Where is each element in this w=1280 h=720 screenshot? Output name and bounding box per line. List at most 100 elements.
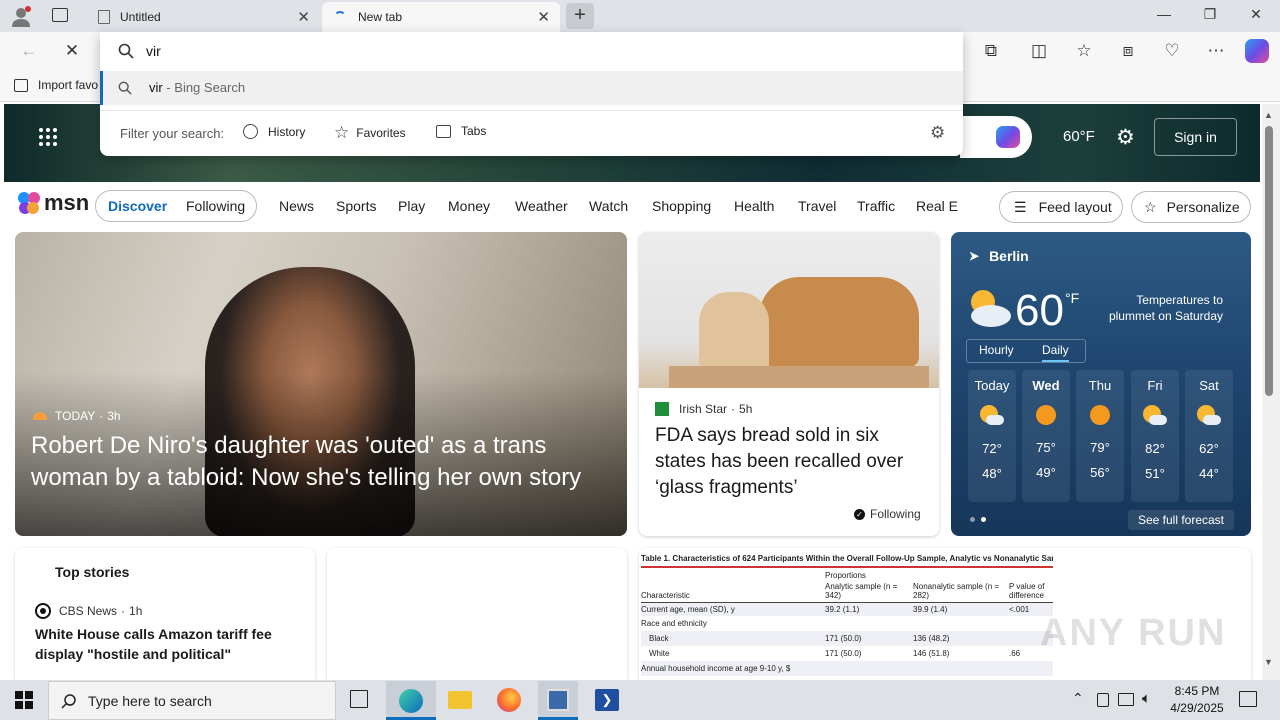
tab-actions-icon[interactable] (52, 8, 68, 22)
scrollbar-thumb[interactable] (1265, 126, 1273, 396)
app-taskbar-icon[interactable] (538, 681, 578, 720)
extensions-icon[interactable]: ⧉ (980, 41, 1002, 61)
partly-cloudy-icon (980, 405, 1004, 427)
import-label: Import favo (38, 78, 99, 92)
sign-in-button[interactable]: Sign in (1154, 118, 1237, 156)
temp-unit: °F (1065, 290, 1080, 306)
tab-new-tab[interactable]: New tab ✕ (322, 2, 560, 32)
tab-hourly[interactable]: Hourly (979, 343, 1014, 357)
file-explorer-icon[interactable] (448, 691, 472, 709)
bread-news-card[interactable]: Irish Star · 5h FDA says bread sold in six… (639, 232, 939, 536)
nav-travel[interactable]: Travel (798, 198, 836, 214)
tab-daily[interactable]: Daily (1042, 343, 1069, 362)
search-icon (118, 81, 132, 95)
tab-untitled[interactable]: Untitled ✕ (84, 2, 320, 32)
forecast-low: 49° (1036, 465, 1056, 480)
msn-logo[interactable]: msn (16, 190, 89, 216)
current-weather-icon (965, 284, 1013, 330)
close-icon[interactable]: ✕ (537, 8, 550, 26)
forecast-day: Thu (1088, 378, 1112, 393)
tray-app-icon[interactable] (1097, 693, 1109, 707)
following-badge[interactable]: ✓ Following (854, 507, 921, 521)
tab-discover[interactable]: Discover (108, 198, 167, 214)
forecast-day: Wed (1032, 378, 1060, 393)
edge-taskbar-icon[interactable] (386, 681, 436, 720)
windows-start-icon[interactable] (15, 691, 33, 709)
loading-icon (334, 11, 346, 23)
close-window-icon[interactable]: ✕ (1246, 6, 1266, 23)
table-title: Table 1. Characteristics of 624 Particip… (641, 554, 1053, 568)
performance-icon[interactable]: ♡ (1161, 41, 1183, 61)
nav-real-estate[interactable]: Real E (916, 198, 958, 214)
volume-icon[interactable]: 🔈︎ (1142, 690, 1151, 707)
forecast-thu[interactable]: Thu 79° 56° (1076, 370, 1124, 502)
forecast-low: 48° (982, 466, 1002, 481)
forecast-sat[interactable]: Sat 62° 44° (1185, 370, 1233, 502)
personalize-label: Personalize (1166, 199, 1240, 215)
settings-icon[interactable]: ⚙ (1116, 125, 1135, 150)
network-icon[interactable] (1118, 693, 1134, 706)
restore-icon[interactable]: ❐ (1200, 6, 1220, 23)
nav-shopping[interactable]: Shopping (652, 198, 711, 214)
taskbar-search-box[interactable]: Type here to search (48, 681, 336, 720)
nav-play[interactable]: Play (398, 198, 425, 214)
firefox-icon[interactable] (497, 688, 521, 712)
tabs-icon (436, 124, 451, 138)
nav-watch[interactable]: Watch (589, 198, 628, 214)
split-screen-icon[interactable]: ◫ (1028, 41, 1050, 61)
tray-overflow-icon[interactable]: ⌃ (1072, 690, 1084, 707)
forecast-today[interactable]: Today 72° 48° (968, 370, 1016, 502)
filter-favorites[interactable]: ☆ Favorites (334, 123, 406, 143)
bread-headline[interactable]: FDA says bread sold in six states has be… (655, 423, 930, 501)
favorites-icon[interactable]: ☆ (1073, 41, 1095, 61)
location-arrow-icon: ➤ (969, 249, 980, 263)
close-icon[interactable]: ✕ (297, 8, 310, 26)
story-headline[interactable]: White House calls Amazon tariff fee disp… (35, 624, 300, 664)
clock[interactable]: 8:45 PM 4/29/2025 (1162, 683, 1232, 717)
personalize-icon: ☆ (1144, 198, 1157, 215)
collections-icon[interactable]: ⧈ (1117, 41, 1139, 61)
minimize-icon[interactable]: — (1154, 6, 1174, 22)
nav-weather[interactable]: Weather (515, 198, 568, 214)
back-icon[interactable]: ← (18, 41, 40, 61)
suggestion-settings-icon[interactable]: ⚙ (930, 123, 945, 143)
nav-traffic[interactable]: Traffic (857, 198, 895, 214)
tab-following[interactable]: Following (186, 198, 245, 214)
forecast-wed[interactable]: Wed 75° 49° (1022, 370, 1070, 502)
carousel-dots[interactable] (970, 517, 986, 522)
profile-icon[interactable] (10, 5, 32, 27)
nav-news[interactable]: News (279, 198, 314, 214)
personalize-button[interactable]: ☆ Personalize (1131, 191, 1251, 223)
copilot-search-button[interactable] (960, 116, 1032, 158)
filter-tabs[interactable]: Tabs (436, 124, 486, 138)
filter-history[interactable]: History (243, 124, 305, 139)
feed-layout-button[interactable]: ☰ Feed layout (999, 191, 1123, 223)
scroll-up-icon[interactable]: ▲ (1264, 110, 1273, 120)
clock-time: 8:45 PM (1174, 684, 1220, 698)
stop-loading-icon[interactable]: ✕ (61, 41, 83, 61)
nav-health[interactable]: Health (734, 198, 774, 214)
import-icon (14, 78, 28, 92)
forecast-fri[interactable]: Fri 82° 51° (1131, 370, 1179, 502)
task-view-icon[interactable] (350, 690, 368, 708)
hero-headline[interactable]: Robert De Niro's daughter was 'outed' as… (31, 430, 616, 494)
copilot-icon[interactable] (1245, 39, 1269, 63)
address-input[interactable] (146, 40, 926, 62)
more-icon[interactable]: ⋯ (1205, 41, 1227, 61)
filter-divider (100, 110, 963, 111)
import-favorites[interactable]: Import favo (14, 78, 98, 92)
notifications-icon[interactable] (1239, 691, 1257, 707)
tab-title: New tab (358, 10, 403, 24)
new-tab-button[interactable]: + (566, 3, 594, 29)
weather-location[interactable]: ➤ Berlin (969, 248, 1029, 264)
powershell-icon[interactable]: ❯ (595, 689, 619, 711)
see-full-forecast-link[interactable]: See full forecast (1128, 510, 1234, 530)
current-temp: 60 (1015, 286, 1064, 335)
nav-sports[interactable]: Sports (336, 198, 376, 214)
nav-money[interactable]: Money (448, 198, 490, 214)
top-stories-title[interactable]: Top stories (55, 564, 129, 580)
hero-news-card[interactable]: TODAY · 3h Robert De Niro's daughter was '… (15, 232, 627, 536)
scroll-down-icon[interactable]: ▼ (1264, 657, 1273, 667)
header-temperature[interactable]: 60°F (1063, 128, 1095, 145)
apps-grid-icon[interactable] (38, 127, 58, 147)
